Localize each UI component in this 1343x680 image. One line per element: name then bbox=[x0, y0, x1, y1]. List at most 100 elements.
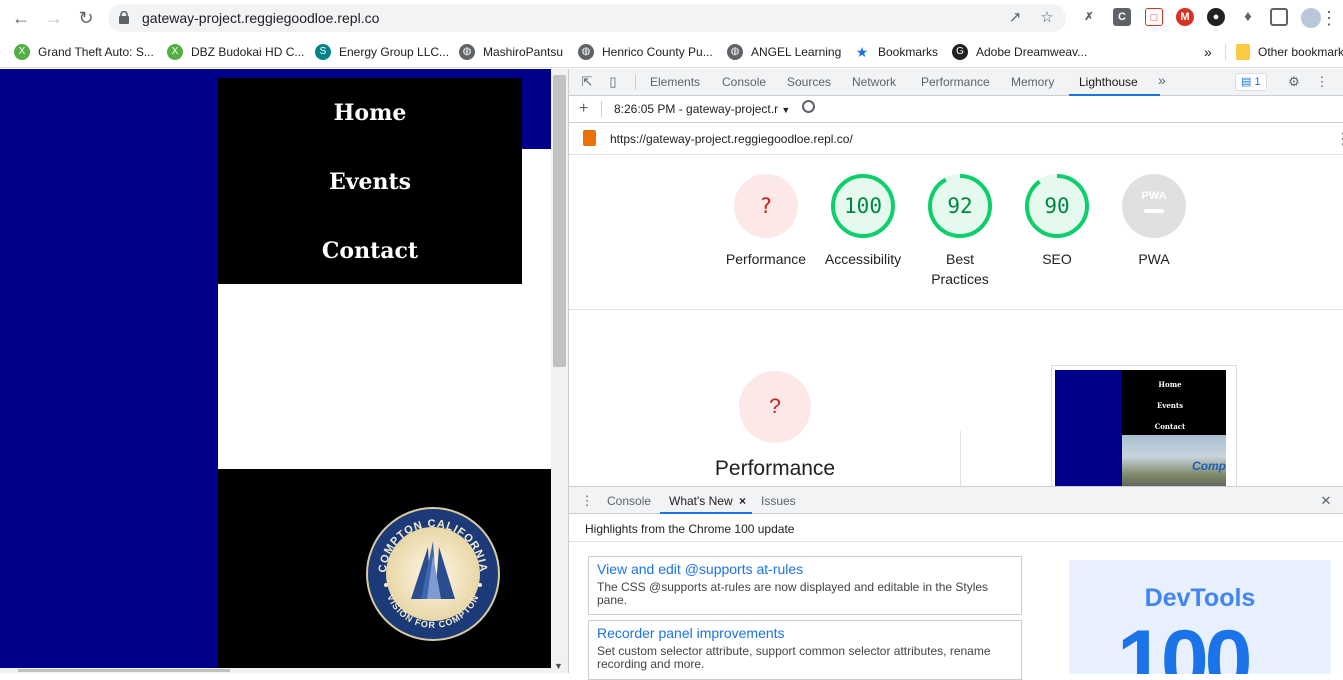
globe-icon: ◍ bbox=[578, 44, 594, 60]
xbox-icon: X bbox=[167, 44, 183, 60]
report-selector[interactable]: 8:26:05 PM - gateway-project.r ▼ bbox=[614, 102, 790, 116]
bookmark-label: DBZ Budokai HD C... bbox=[191, 45, 305, 59]
forward-arrow-icon[interactable]: → bbox=[42, 6, 66, 30]
blocked-extension-icon[interactable]: ✗ bbox=[1080, 8, 1098, 26]
feature-card-desc: Set custom selector attribute, support c… bbox=[597, 644, 991, 671]
menu-kebab-icon[interactable]: ⋮ bbox=[1317, 6, 1341, 30]
back-arrow-icon[interactable]: ← bbox=[9, 6, 33, 30]
scrollbar-thumb[interactable] bbox=[553, 75, 566, 367]
nav-events-link[interactable]: Events bbox=[218, 169, 522, 195]
score-gauge-accessibility[interactable]: 100 bbox=[831, 174, 895, 238]
bookmark-item[interactable]: G Adobe Dreamweav... bbox=[952, 42, 1087, 62]
other-bookmarks-label: Other bookmarks bbox=[1258, 45, 1343, 59]
bookmark-item[interactable]: ★ Bookmarks bbox=[854, 42, 938, 62]
more-tabs-chevron-icon[interactable]: » bbox=[1158, 72, 1166, 88]
scroll-down-arrow-icon[interactable]: ▼ bbox=[554, 661, 563, 671]
device-toolbar-icon[interactable]: ▯ bbox=[605, 74, 621, 90]
bookmark-label: Energy Group LLC... bbox=[339, 45, 450, 59]
lighthouse-logo-icon bbox=[583, 130, 596, 146]
devtools-tab-performance[interactable]: Performance bbox=[921, 75, 990, 89]
bookmark-label: Henrico County Pu... bbox=[602, 45, 713, 59]
drawer-tab-whats-new[interactable]: What's New × bbox=[669, 494, 746, 508]
drawer-tab-console[interactable]: Console bbox=[607, 494, 651, 508]
performance-detail-gauge[interactable]: ? bbox=[739, 371, 811, 443]
side-panel-icon[interactable] bbox=[1270, 8, 1288, 26]
devtools-tab-memory[interactable]: Memory bbox=[1011, 75, 1054, 89]
devtools-drawer: ⋮ Console What's New × Issues ✕ Highligh… bbox=[569, 486, 1343, 680]
devtools-tab-lighthouse[interactable]: Lighthouse bbox=[1079, 75, 1138, 89]
bookmark-item[interactable]: ◍ MashiroPantsu bbox=[459, 42, 563, 62]
bookmark-label: MashiroPantsu bbox=[483, 45, 564, 59]
reload-icon[interactable]: ↻ bbox=[74, 6, 98, 30]
thumb-nav-contact: Contact bbox=[1154, 422, 1186, 431]
feature-card[interactable]: View and edit @supports at-rules The CSS… bbox=[588, 556, 1022, 615]
thumb-sign-text: Comp bbox=[1192, 459, 1226, 473]
bookmark-item[interactable]: ◍ ANGEL Learning bbox=[727, 42, 841, 62]
issues-badge[interactable]: ▤ 1 bbox=[1235, 73, 1267, 91]
report-menu-icon[interactable]: ⋮ bbox=[1335, 129, 1343, 149]
score-gauge-seo[interactable]: 90 bbox=[1025, 174, 1089, 238]
g-icon: G bbox=[952, 44, 968, 60]
score-gauge-pwa[interactable]: PWA bbox=[1122, 174, 1186, 238]
score-label: Performance bbox=[725, 251, 807, 267]
bookmark-item[interactable]: X Grand Theft Auto: S... bbox=[14, 42, 154, 62]
performance-section-title: Performance bbox=[714, 457, 836, 480]
share-icon[interactable]: ↗ bbox=[1006, 9, 1024, 27]
thumb-nav-events: Events bbox=[1156, 401, 1184, 410]
other-bookmarks-folder[interactable]: Other bookmarks bbox=[1236, 42, 1343, 62]
close-drawer-icon[interactable]: ✕ bbox=[1318, 493, 1334, 509]
promo-title: DevTools bbox=[1144, 584, 1256, 612]
inspect-element-icon[interactable]: ⇱ bbox=[579, 74, 595, 90]
address-bar[interactable]: gateway-project.reggiegoodloe.repl.co ↗ … bbox=[108, 4, 1066, 32]
feature-card-title[interactable]: Recorder panel improvements bbox=[597, 625, 1013, 641]
score-label: PWA bbox=[1138, 251, 1170, 267]
tv-extension-icon[interactable]: □ bbox=[1145, 8, 1163, 26]
thumb-nav-home: Home bbox=[1158, 380, 1182, 389]
nav-home-link[interactable]: Home bbox=[218, 100, 522, 126]
feature-card-desc: The CSS @supports at-rules are now displ… bbox=[597, 580, 989, 607]
drawer-tab-whats-new-label: What's New bbox=[669, 494, 733, 508]
settings-gear-icon[interactable]: ⚙ bbox=[1286, 74, 1302, 90]
score-gauge-performance[interactable]: ? bbox=[734, 174, 798, 238]
url-text: gateway-project.reggiegoodloe.repl.co bbox=[142, 10, 380, 26]
c-extension-icon[interactable]: C bbox=[1113, 8, 1131, 26]
folder-icon bbox=[1236, 44, 1250, 60]
bookmark-item[interactable]: X DBZ Budokai HD C... bbox=[167, 42, 304, 62]
devtools-menu-icon[interactable]: ⋮ bbox=[1314, 74, 1330, 90]
devtools-tab-bar: ⇱ ▯ » ▤ 1 ⚙ ⋮ Elements Console Sources Netw… bbox=[569, 69, 1343, 96]
nav-contact-link[interactable]: Contact bbox=[218, 238, 522, 264]
feature-card-title[interactable]: View and edit @supports at-rules bbox=[597, 561, 1013, 577]
feature-card[interactable]: Recorder panel improvements Set custom s… bbox=[588, 620, 1022, 680]
devtools-tab-sources[interactable]: Sources bbox=[787, 75, 831, 89]
new-report-plus-icon[interactable]: + bbox=[579, 100, 588, 118]
devtools-tab-network[interactable]: Network bbox=[852, 75, 896, 89]
report-url[interactable]: https://gateway-project.reggiegoodloe.re… bbox=[610, 132, 853, 146]
bookmark-item[interactable]: ◍ Henrico County Pu... bbox=[578, 42, 713, 62]
color-extension-icon[interactable]: ● bbox=[1207, 8, 1225, 26]
seal-ring-text: COMPTON CALIFORNIA VISION FOR COMPTON bbox=[377, 518, 488, 630]
page-horizontal-scrollbar[interactable] bbox=[0, 668, 551, 673]
bookmark-star-icon[interactable]: ☆ bbox=[1038, 9, 1056, 27]
bookmark-item[interactable]: S Energy Group LLC... bbox=[315, 42, 449, 62]
score-gauge-best-practices[interactable]: 92 bbox=[928, 174, 992, 238]
devtools-tab-console[interactable]: Console bbox=[722, 75, 766, 89]
drawer-tab-bar: ⋮ Console What's New × Issues ✕ bbox=[569, 487, 1343, 514]
devtools-100-promo-image[interactable]: DevTools 100 bbox=[1069, 560, 1331, 674]
page-screenshot-thumbnail[interactable]: Home Events Contact Comp bbox=[1051, 365, 1237, 488]
m-extension-icon[interactable]: M bbox=[1176, 8, 1194, 26]
score-label: Best Practices bbox=[931, 251, 989, 287]
puzzle-extensions-icon[interactable]: ♦ bbox=[1239, 8, 1257, 26]
globe-icon: ◍ bbox=[459, 44, 475, 60]
drawer-tab-issues[interactable]: Issues bbox=[761, 494, 796, 508]
score-label: SEO bbox=[1042, 251, 1072, 267]
more-bookmarks-chevron-icon[interactable]: » bbox=[1204, 42, 1212, 62]
dropdown-caret-icon: ▼ bbox=[781, 105, 791, 115]
clear-reports-icon[interactable] bbox=[802, 100, 815, 113]
close-tab-icon[interactable]: × bbox=[739, 494, 746, 508]
page-vertical-scrollbar[interactable]: ▼ bbox=[551, 69, 568, 673]
drawer-menu-icon[interactable]: ⋮ bbox=[579, 493, 595, 509]
score-label: Accessibility bbox=[824, 251, 902, 267]
devtools-tab-elements[interactable]: Elements bbox=[650, 75, 700, 89]
page-viewport: Home Events Contact COMPTON CALIFORNIA V… bbox=[0, 69, 551, 673]
bookmark-label: Adobe Dreamweav... bbox=[976, 45, 1088, 59]
